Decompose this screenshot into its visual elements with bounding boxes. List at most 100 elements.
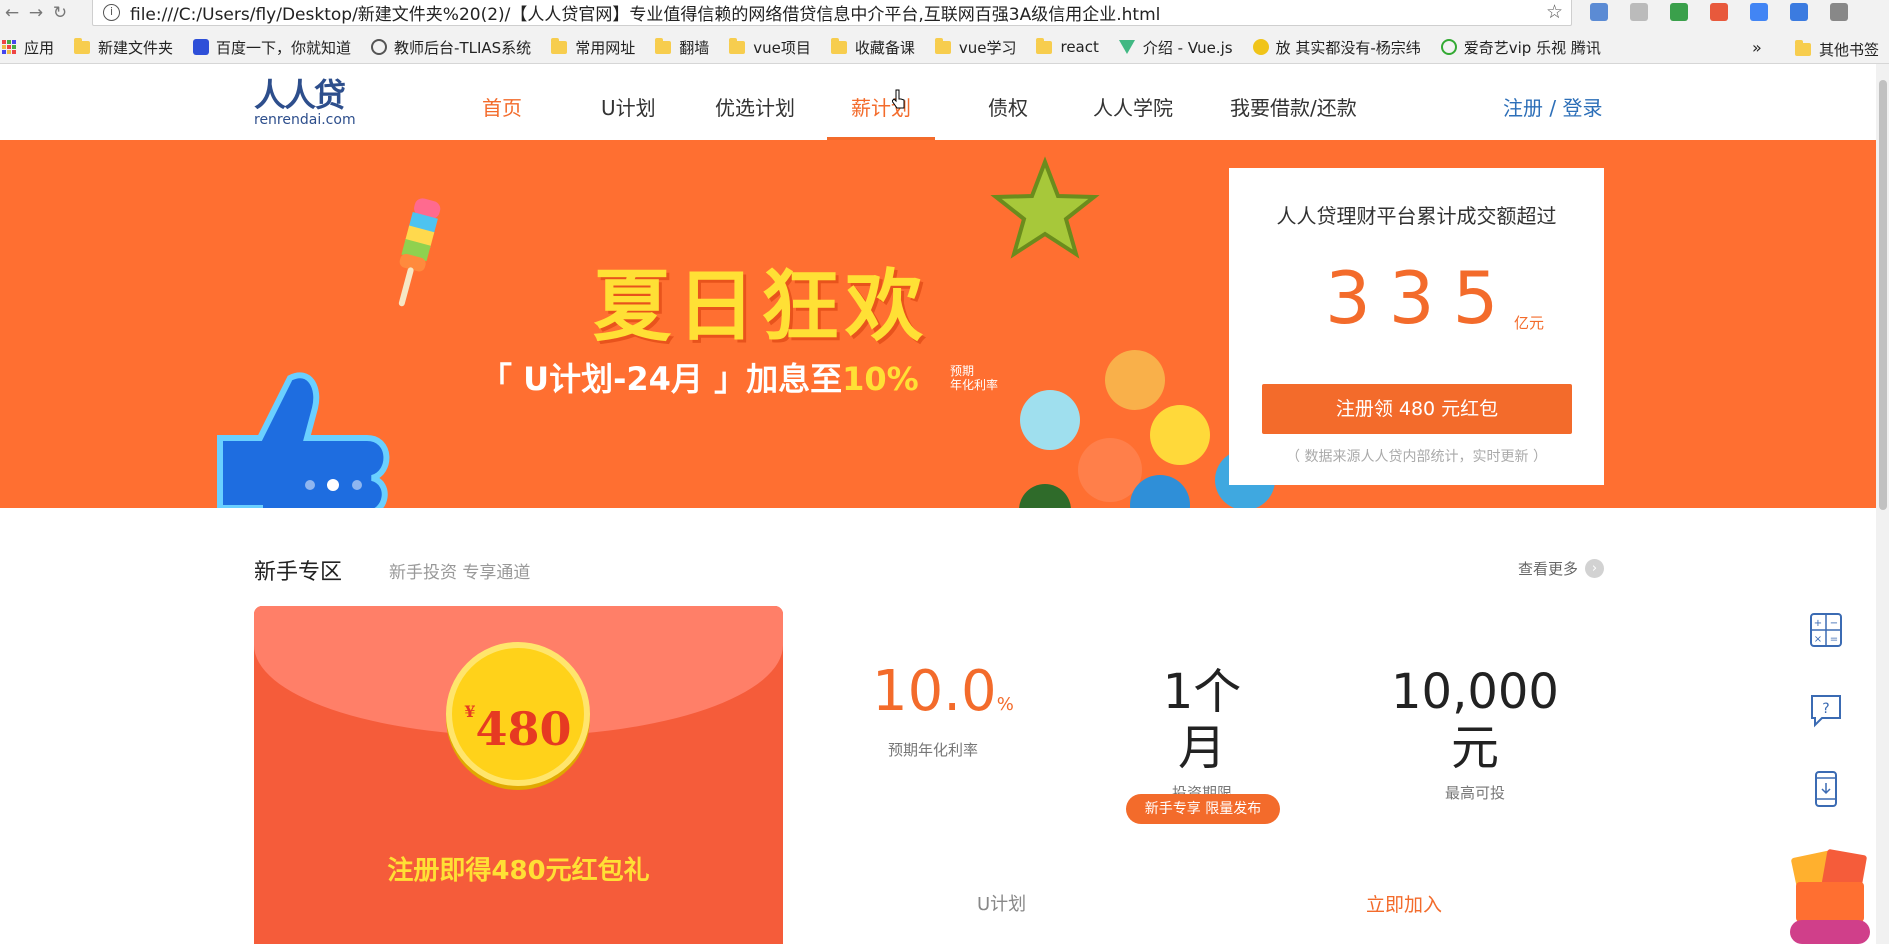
help-chat-icon[interactable]: ? <box>1810 692 1842 728</box>
bookmark-label: vue学习 <box>958 38 1017 57</box>
stats-card: 人人贷理财平台累计成交额超过 335 亿元 注册领 480 元红包 （ 数据来源… <box>1229 168 1604 485</box>
bookmark-folder[interactable]: 常用网址 <box>551 37 635 58</box>
url-input[interactable]: i file:///C:/Users/fly/Desktop/新建文件夹%20(… <box>92 0 1572 26</box>
folder-icon <box>1036 37 1053 54</box>
logo[interactable]: 人人贷 renrendai.com <box>254 79 360 127</box>
bookmarks-bar: 应用 新建文件夹 百度一下，你就知道 教师后台-TLIAS系统 常用网址 翻墙 … <box>0 34 1889 60</box>
banner-rate-label: 预期 年化利率 <box>950 364 1010 392</box>
folder-icon <box>74 37 91 54</box>
nav-select-plan[interactable]: 优选计划 <box>715 92 795 140</box>
coin-value: 480 <box>475 702 572 756</box>
extension-icon[interactable] <box>1590 3 1608 21</box>
url-text: file:///C:/Users/fly/Desktop/新建文件夹%20(2)… <box>130 4 1161 25</box>
metric-term: 1个月 投资期限 <box>1140 664 1264 803</box>
newbie-badge: 新手专享 限量发布 <box>1126 794 1280 824</box>
bookmark-label: 百度一下，你就知道 <box>216 38 352 57</box>
stats-note: （ 数据来源人人贷内部统计，实时更新 ） <box>1286 449 1547 465</box>
vue-icon <box>1118 40 1135 54</box>
extension-icon[interactable] <box>1790 3 1808 21</box>
nav-borrow[interactable]: 我要借款/还款 <box>1230 92 1357 140</box>
bookmark-label: 爱奇艺vip 乐视 腾讯 <box>1463 38 1601 57</box>
bookmark-label: 常用网址 <box>575 38 636 57</box>
apps-icon <box>2 40 16 54</box>
bookmark-folder[interactable]: 翻墙 <box>655 37 709 58</box>
bookmark-apps[interactable]: 应用 <box>2 37 54 58</box>
banner-subtitle: 「 U计划-24月 」加息至10% <box>480 354 919 400</box>
bookmark-label: 其他书签 <box>1819 41 1880 59</box>
extension-icon[interactable] <box>1630 3 1648 21</box>
rate-unit: % <box>996 694 1014 715</box>
metric-max: 10,000元 最高可投 <box>1385 664 1565 803</box>
rate-label-line: 年化利率 <box>950 378 999 392</box>
carousel-dot-active[interactable] <box>327 479 339 491</box>
bookmark-folder[interactable]: vue项目 <box>729 37 811 58</box>
metric-rate: 10.0% 预期年化利率 <box>872 664 1014 760</box>
rate-label-line: 预期 <box>950 364 975 378</box>
bookmark-folder[interactable]: 新建文件夹 <box>74 37 173 58</box>
login-register-link[interactable]: 注册 / 登录 <box>1503 92 1602 121</box>
extension-icon[interactable] <box>1710 3 1728 21</box>
nav-creditor[interactable]: 债权 <box>988 92 1028 140</box>
bookmark-star-icon[interactable]: ☆ <box>1546 1 1563 23</box>
extension-icon[interactable] <box>1750 3 1768 21</box>
calculator-icon[interactable]: + − × = <box>1810 612 1842 648</box>
info-icon[interactable]: i <box>103 3 120 21</box>
svg-text:−: − <box>1830 618 1838 629</box>
bookmark-vue[interactable]: 介绍 - Vue.js <box>1118 37 1233 58</box>
banner-rate: 10% <box>842 360 919 398</box>
bookmarks-overflow-button[interactable]: » <box>1752 38 1762 57</box>
folder-icon <box>655 37 672 54</box>
bookmark-label: 新建文件夹 <box>98 38 174 57</box>
bookmark-label: 放 其实都没有-杨宗纬 <box>1275 38 1421 57</box>
term-value: 1个月 <box>1162 664 1242 776</box>
nav-u-plan[interactable]: U计划 <box>601 92 656 140</box>
bookmark-label: 翻墙 <box>679 38 710 57</box>
plan-name: U计划 <box>977 894 1027 915</box>
bookmark-label: 教师后台-TLIAS系统 <box>394 38 532 57</box>
globe-icon <box>371 39 388 55</box>
logo-mark: 人人贷 <box>254 76 346 114</box>
scrollbar-thumb[interactable] <box>1879 80 1887 510</box>
invite-friends-icon[interactable] <box>1786 844 1872 944</box>
bookmark-folder[interactable]: 收藏备课 <box>830 37 915 58</box>
carousel-dot[interactable] <box>352 480 362 490</box>
reload-icon[interactable]: ↻ <box>48 2 72 24</box>
view-more-link[interactable]: 查看更多 › <box>1518 558 1605 579</box>
extension-icon[interactable] <box>1670 3 1688 21</box>
max-value: 10,000元 <box>1391 664 1559 776</box>
currency-symbol: ¥ <box>464 702 476 721</box>
bookmark-tlias[interactable]: 教师后台-TLIAS系统 <box>371 37 531 58</box>
red-envelope-image[interactable]: ¥480 注册即得480元红包礼 <box>254 606 783 944</box>
rate-value: 10.0 <box>872 659 997 724</box>
mobile-download-icon[interactable] <box>1810 771 1842 807</box>
extension-icon[interactable] <box>1830 3 1848 21</box>
back-icon[interactable]: ← <box>0 2 24 24</box>
view-more-label: 查看更多 <box>1518 560 1579 578</box>
bookmark-folder[interactable]: vue学习 <box>934 37 1017 58</box>
bookmark-label: 应用 <box>24 38 55 57</box>
envelope-text: 注册即得480元红包礼 <box>387 856 650 886</box>
coin: ¥480 <box>446 642 590 786</box>
nav-home[interactable]: 首页 <box>482 92 522 140</box>
bookmark-music[interactable]: 放 其实都没有-杨宗纬 <box>1252 37 1421 58</box>
forward-icon[interactable]: → <box>24 2 48 24</box>
rate-label: 预期年化利率 <box>887 741 978 759</box>
bookmark-folder[interactable]: react <box>1036 37 1099 56</box>
svg-text:?: ? <box>1822 701 1829 717</box>
popsicle-icon <box>398 198 441 307</box>
address-bar-row: ← → ↻ i file:///C:/Users/fly/Desktop/新建文… <box>0 0 1889 26</box>
banner-subtitle-text: 「 U计划-24月 」加息至 <box>480 360 843 398</box>
nav-academy[interactable]: 人人学院 <box>1093 92 1173 140</box>
carousel-dot[interactable] <box>305 480 315 490</box>
register-bonus-button[interactable]: 注册领 480 元红包 <box>1262 384 1572 434</box>
join-now-link[interactable]: 立即加入 <box>1366 890 1442 917</box>
svg-text:+: + <box>1814 618 1822 629</box>
svg-text:=: = <box>1830 634 1838 645</box>
banner-title: 夏日狂欢 <box>593 262 930 352</box>
bookmark-iqiyi[interactable]: 爱奇艺vip 乐视 腾讯 <box>1440 37 1601 58</box>
bookmark-baidu[interactable]: 百度一下，你就知道 <box>193 37 351 58</box>
bookmark-other[interactable]: 其他书签 <box>1795 39 1879 60</box>
stats-amount: 335 <box>1325 256 1517 340</box>
star-icon <box>990 156 1100 259</box>
chevron-right-icon: › <box>1585 559 1605 578</box>
